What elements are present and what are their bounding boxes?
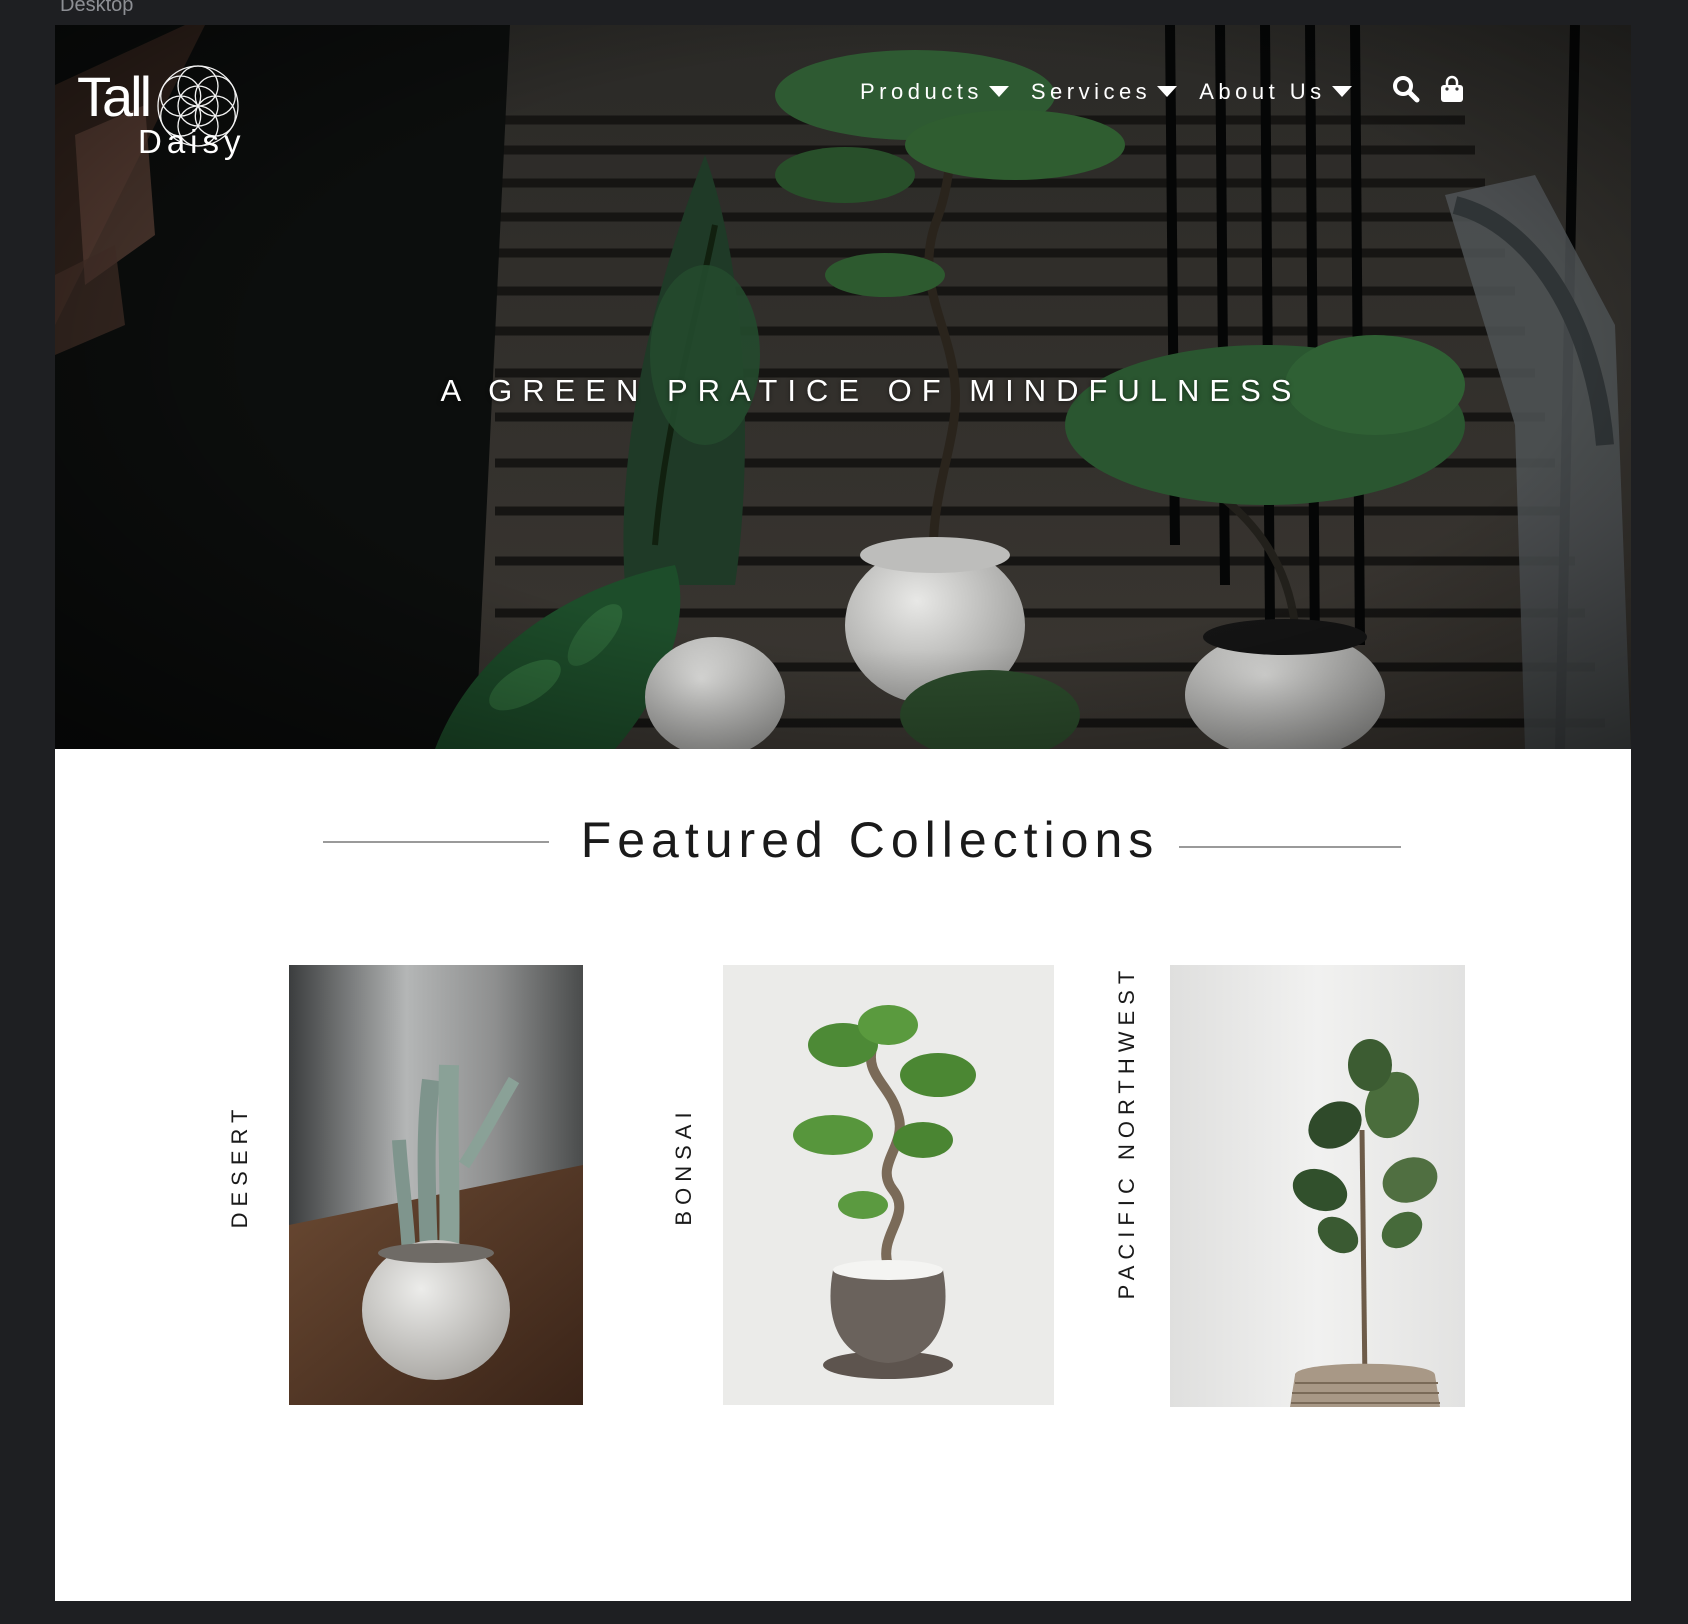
nav-products-label: Products — [860, 78, 983, 104]
collection-image-pacific-northwest[interactable] — [1170, 965, 1465, 1407]
collection-label-text: DESERT — [227, 1103, 252, 1229]
nav-about-us[interactable]: About Us — [1199, 79, 1352, 105]
caret-down-icon — [1331, 86, 1352, 97]
heading-rule-right — [1179, 846, 1401, 848]
logo-text-tall: Tall — [77, 65, 152, 128]
featured-collections-title: Featured Collections — [580, 812, 1160, 868]
shopping-bag-icon[interactable] — [1438, 75, 1466, 108]
desktop-artboard: Tall Daisy Products Services About Us A … — [55, 25, 1631, 1601]
artboard-label: Desktop — [60, 0, 134, 16]
hero-section: Tall Daisy Products Services About Us A … — [55, 25, 1631, 749]
collection-image-bonsai[interactable] — [723, 965, 1054, 1405]
main-nav: Products Services About Us — [860, 75, 1466, 108]
search-icon[interactable] — [1392, 75, 1420, 108]
logo-text-daisy: Daisy — [138, 123, 246, 160]
collection-image-desert[interactable] — [289, 965, 583, 1405]
nav-about-us-label: About Us — [1199, 78, 1326, 104]
nav-services-label: Services — [1030, 78, 1152, 104]
collection-label-text: PACIFIC NORTHWEST — [1114, 964, 1139, 1300]
brand-logo[interactable]: Tall Daisy — [77, 43, 277, 158]
nav-services[interactable]: Services — [1030, 78, 1178, 105]
heading-rule-left — [323, 841, 549, 843]
hero-tagline: A GREEN PRATICE OF MINDFULNESS — [440, 373, 1302, 408]
caret-down-icon — [1157, 86, 1178, 97]
caret-down-icon — [988, 86, 1009, 97]
collection-label-text: BONSAI — [671, 1106, 696, 1226]
nav-products[interactable]: Products — [860, 79, 1009, 105]
